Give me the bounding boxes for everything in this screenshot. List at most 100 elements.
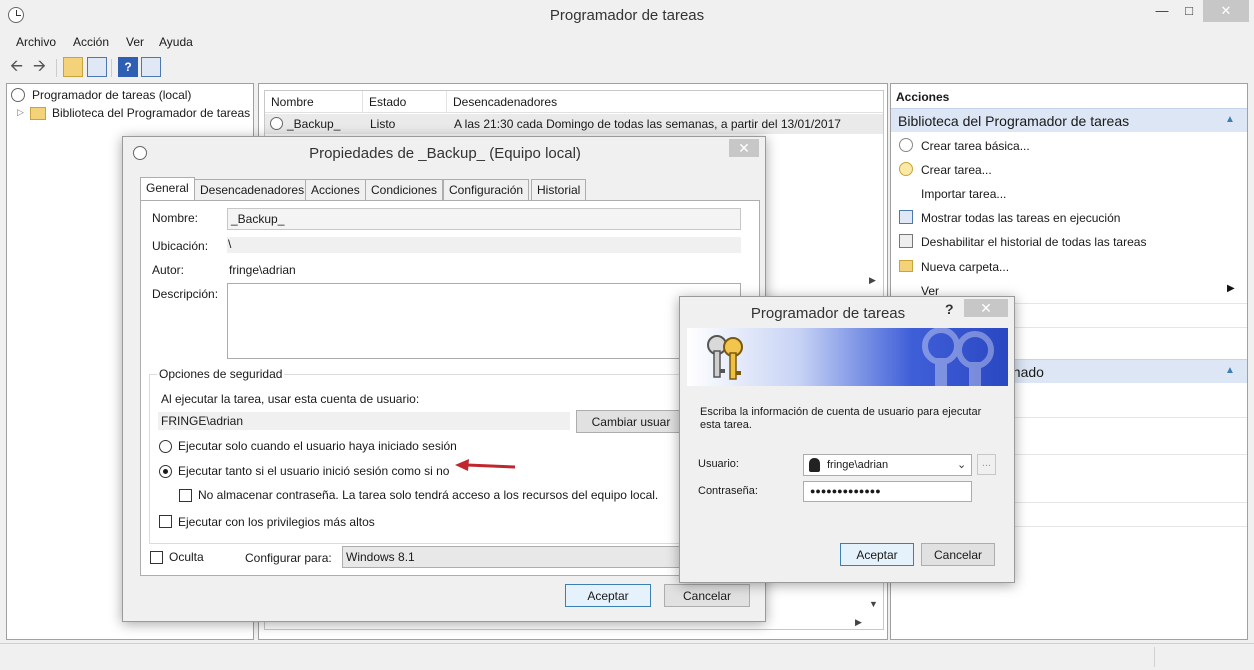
menu-archivo[interactable]: Archivo [16, 35, 56, 49]
credentials-ok-button[interactable]: Aceptar [840, 543, 914, 566]
forward-arrow-icon[interactable]: 🡪 [32, 57, 52, 77]
back-arrow-icon[interactable]: 🡨 [9, 57, 29, 77]
configure-for-label: Configurar para: [245, 551, 332, 565]
location-label: Ubicación: [152, 239, 209, 253]
clock-icon [11, 88, 25, 102]
running-tasks-icon [899, 210, 913, 224]
user-value: fringe\adrian [827, 459, 889, 471]
keys-icon [707, 335, 743, 380]
menu-ver[interactable]: Ver [126, 35, 144, 49]
hidden-label: Oculta [169, 550, 204, 564]
name-field[interactable]: _Backup_ [227, 208, 741, 230]
credentials-prompt: Escriba la información de cuenta de usua… [700, 406, 982, 431]
col-nombre[interactable]: Nombre [265, 91, 363, 113]
properties-close-button[interactable]: ✕ [729, 139, 759, 157]
highest-privileges-label: Ejecutar con los privilegios más altos [178, 515, 375, 529]
expand-arrow-icon[interactable]: ▷ [17, 107, 24, 118]
h-scroll-arrow-icon[interactable]: ▶ [869, 275, 876, 286]
properties-tabs: General Desencadenadores Acciones Condic… [140, 177, 600, 201]
new-task-icon [899, 162, 913, 176]
tab-condiciones[interactable]: Condiciones [365, 179, 444, 200]
action-create-basic[interactable]: Crear tarea básica... [891, 135, 1247, 157]
action-disable-history[interactable]: Deshabilitar el historial de todas las t… [891, 231, 1247, 253]
help-button[interactable]: ? [945, 301, 954, 317]
up-folder-icon[interactable] [63, 57, 83, 77]
properties-dialog: Propiedades de _Backup_ (Equipo local) ✕… [122, 136, 766, 622]
radio-run-whether-logged-on-label: Ejecutar tanto si el usuario inició sesi… [178, 464, 450, 478]
tab-acciones[interactable]: Acciones [305, 179, 366, 200]
col-desencadenadores[interactable]: Desencadenadores [447, 91, 883, 113]
change-user-button[interactable]: Cambiar usuar [576, 410, 686, 433]
menu-ayuda[interactable]: Ayuda [159, 35, 193, 49]
action-create-basic-label: Crear tarea básica... [921, 139, 1030, 153]
checkbox-do-not-store-password[interactable] [179, 489, 192, 502]
collapse-up-icon[interactable]: ▲ [1225, 114, 1235, 125]
maximize-button[interactable]: □ [1178, 0, 1200, 22]
close-button[interactable]: ✕ [1203, 0, 1249, 22]
action-show-running-label: Mostrar todas las tareas en ejecución [921, 211, 1121, 225]
credentials-cancel-button[interactable]: Cancelar [921, 543, 995, 566]
col-estado[interactable]: Estado [363, 91, 447, 113]
window-title: Programador de tareas [549, 7, 705, 24]
show-hide-tree-icon[interactable] [87, 57, 107, 77]
action-show-running[interactable]: Mostrar todas las tareas en ejecución [891, 207, 1247, 229]
do-not-store-password-label: No almacenar contraseña. La tarea solo t… [198, 488, 659, 502]
task-clock-icon [270, 117, 283, 130]
security-options-title: Opciones de seguridad [157, 367, 285, 381]
help-icon[interactable]: ? [118, 57, 138, 77]
user-combobox[interactable]: fringe\adrian ⌄ [803, 454, 972, 476]
status-bar [0, 643, 1254, 670]
radio-run-only-logged-on-label: Ejecutar solo cuando el usuario haya ini… [178, 439, 457, 453]
action-new-folder[interactable]: Nueva carpeta... [891, 256, 1247, 278]
checkbox-hidden[interactable] [150, 551, 163, 564]
show-action-pane-icon[interactable] [141, 57, 161, 77]
run-as-text: Al ejecutar la tarea, usar esta cuenta d… [161, 392, 420, 406]
action-new-folder-label: Nueva carpeta... [921, 260, 1010, 274]
tree-library-label: Biblioteca del Programador de tareas [52, 106, 251, 120]
properties-cancel-button[interactable]: Cancelar [664, 584, 750, 607]
tree-library-item[interactable]: ▷ Biblioteca del Programador de tareas [17, 105, 251, 123]
tab-desencadenadores[interactable]: Desencadenadores [194, 179, 311, 200]
banner-watermark-keys-icon [922, 328, 994, 386]
h-scroll-right-icon[interactable]: ▶ [855, 617, 862, 628]
checkbox-highest-privileges[interactable] [159, 515, 172, 528]
minimize-button[interactable]: — [1151, 0, 1173, 22]
credentials-banner [687, 328, 1008, 386]
action-import-label: Importar tarea... [921, 187, 1007, 201]
v-scroll-down-icon[interactable]: ▼ [869, 599, 878, 609]
properties-title: Propiedades de _Backup_ (Equipo local) [309, 145, 581, 162]
actions-header: Acciones [896, 90, 950, 104]
action-import[interactable]: Importar tarea... [891, 183, 1247, 205]
radio-run-whether-logged-on[interactable] [159, 465, 172, 478]
collapse-up-icon-2[interactable]: ▲ [1225, 365, 1235, 376]
task-name: _Backup_ [287, 117, 341, 131]
author-label: Autor: [152, 263, 185, 277]
actions-section-library-label: Biblioteca del Programador de tareas [898, 113, 1130, 129]
task-status: Listo [370, 117, 396, 131]
credentials-close-button[interactable]: ✕ [964, 299, 1008, 317]
submenu-arrow-icon: ▶ [1227, 283, 1235, 294]
browse-user-button[interactable]: ... [977, 454, 996, 475]
password-field[interactable]: ●●●●●●●●●●●●● [803, 481, 972, 502]
actions-section-library[interactable]: Biblioteca del Programador de tareas ▲ [891, 108, 1247, 132]
radio-run-only-logged-on[interactable] [159, 440, 172, 453]
action-create-task[interactable]: Crear tarea... [891, 159, 1247, 181]
credentials-dialog: Programador de tareas ? ✕ Escriba la inf… [679, 296, 1015, 583]
properties-ok-button[interactable]: Aceptar [565, 584, 651, 607]
dropdown-chevron-icon[interactable]: ⌄ [957, 458, 966, 471]
description-textarea[interactable] [227, 283, 741, 359]
tab-general[interactable]: General [140, 177, 195, 200]
location-value: \ [227, 237, 741, 253]
description-label: Descripción: [152, 287, 219, 301]
tab-historial[interactable]: Historial [531, 179, 587, 200]
task-trigger: A las 21:30 cada Domingo de todas las se… [454, 117, 841, 131]
tab-configuracion[interactable]: Configuración [443, 179, 530, 200]
author-value: fringe\adrian [229, 263, 296, 277]
basic-task-icon [899, 138, 913, 152]
menu-accion[interactable]: Acción [73, 35, 109, 49]
task-row[interactable]: _Backup_ Listo A las 21:30 cada Domingo … [265, 114, 883, 134]
folder-icon [30, 107, 46, 120]
password-label: Contraseña: [698, 485, 758, 497]
configure-for-select[interactable]: Windows 8.1 [342, 546, 682, 568]
title-bar: Programador de tareas — □ ✕ [0, 0, 1254, 32]
